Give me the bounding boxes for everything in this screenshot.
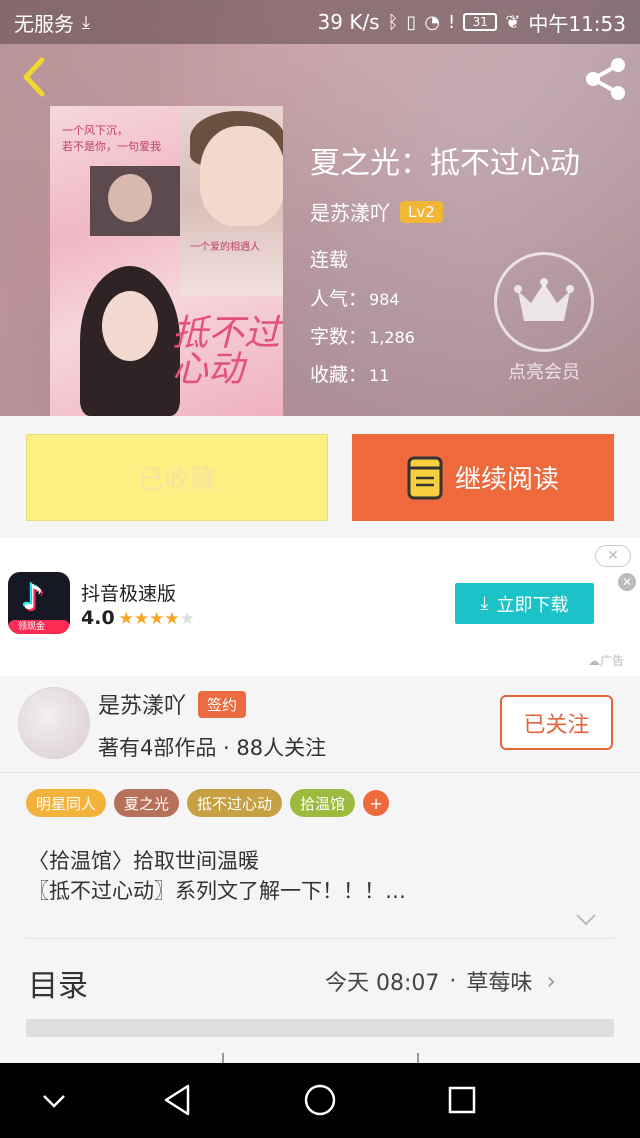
battery-icon: 31 xyxy=(463,13,498,31)
ad-download-label: 立即下载 xyxy=(496,594,569,616)
square-recents-icon xyxy=(448,1086,476,1114)
popularity-row: 人气： 984 xyxy=(310,288,400,310)
bluetooth-icon: ᛒ xyxy=(387,11,399,33)
tag-list: 明星同人 夏之光 抵不过心动 拾温馆 + xyxy=(26,789,390,817)
cover-title-art: 抵不过 心动 xyxy=(172,313,281,390)
download-arrow-icon: ⤓ xyxy=(480,593,489,614)
author-name-row[interactable]: 是苏漾吖 签约 xyxy=(98,688,247,720)
table-of-contents-row[interactable]: 目录 今天 08:07 · 草莓味 › xyxy=(0,945,640,1015)
tag-item[interactable]: 抵不过心动 xyxy=(187,789,283,817)
latest-chapter: 草莓味 xyxy=(466,971,533,996)
star-icon: ★ xyxy=(118,609,134,629)
author-stats: 著有4部作品 · 88人关注 xyxy=(98,736,327,760)
favorites-value: 11 xyxy=(369,366,390,385)
toc-title: 目录 xyxy=(28,969,88,1004)
nav-hide-button[interactable] xyxy=(32,1078,76,1122)
nav-recents-button[interactable] xyxy=(440,1078,484,1122)
book-title: 夏之光：抵不过心动 xyxy=(310,146,580,181)
chapter-tabs xyxy=(0,1045,640,1063)
chevron-down-icon xyxy=(43,1095,65,1108)
wifi-icon: ◔ xyxy=(424,11,441,33)
cover-text: 一个风下沉， 若不是你，一句爱我 xyxy=(62,124,161,153)
tag-item[interactable]: 明星同人 xyxy=(26,789,107,817)
book-author: 是苏漾吖 xyxy=(310,201,390,225)
favorites-row: 收藏： 11 xyxy=(310,364,390,386)
share-button[interactable] xyxy=(580,54,630,104)
vip-button[interactable]: 点亮会员 xyxy=(494,252,594,384)
douyin-app-icon: ♪ 领现金 xyxy=(8,572,70,634)
clock: 中午11:53 xyxy=(528,11,626,36)
signed-badge: 签约 xyxy=(198,690,247,718)
status-bar: 无服务 ⤓ 39 K/s ᛒ ▯ ◔ ! 31 ❦ 中午11:53 xyxy=(0,0,640,44)
toc-latest-update: 今天 08:07 · 草莓味 › xyxy=(325,967,557,996)
vip-label: 点亮会员 xyxy=(508,362,580,383)
ad-app-name: 抖音极速版 xyxy=(81,583,177,605)
crown-icon xyxy=(514,278,574,321)
cover-text-mid: 一个爱的相遇人 xyxy=(190,242,260,253)
chevron-left-icon xyxy=(23,57,45,97)
word-count-row: 字数： 1,286 xyxy=(310,326,415,348)
ad-icon-tag: 领现金 xyxy=(8,620,70,634)
alert-icon: ! xyxy=(448,11,456,33)
ad-close-icon[interactable]: ✕ xyxy=(618,573,636,591)
continue-reading-button[interactable]: 继续阅读 xyxy=(352,434,614,521)
back-button[interactable] xyxy=(14,56,56,98)
ad-download-button[interactable]: ⤓ 立即下载 xyxy=(455,583,594,624)
divider xyxy=(26,938,614,939)
follow-button[interactable]: 已关注 xyxy=(500,695,613,750)
ad-rating: 4.0 ★★★★★ xyxy=(81,607,195,629)
author-name: 是苏漾吖 xyxy=(98,694,187,719)
tag-item[interactable]: 夏之光 xyxy=(114,789,180,817)
collected-button[interactable]: 已收藏 xyxy=(26,434,328,521)
download-icon: ⤓ xyxy=(82,11,90,33)
share-icon xyxy=(586,58,625,100)
action-bar: 已收藏 继续阅读 xyxy=(0,416,640,538)
ad-dismiss-button[interactable]: ✕ xyxy=(595,545,631,567)
ad-banner[interactable]: ✕ ✕ ♪ 领现金 抖音极速版 4.0 ★★★★★ ⤓ 立即下载 ☁广告 xyxy=(0,538,640,676)
star-rating: ★★★★★ xyxy=(119,607,195,629)
book-cover[interactable]: 一个风下沉， 若不是你，一句爱我 一个爱的相遇人 抵不过 心动 xyxy=(50,106,283,416)
ad-label: ☁广告 xyxy=(588,654,625,668)
leaf-icon: ❦ xyxy=(505,11,521,33)
nav-home-button[interactable] xyxy=(298,1078,342,1122)
description-line: 〖抵不过心动〗系列文了解一下！！！… xyxy=(28,879,406,903)
book-description[interactable]: 〈拾温馆〉拾取世间温暖 〖抵不过心动〗系列文了解一下！！！… xyxy=(28,846,406,906)
description-line: 〈拾温馆〉拾取世间温暖 xyxy=(28,849,259,873)
book-header: 无服务 ⤓ 39 K/s ᛒ ▯ ◔ ! 31 ❦ 中午11:53 一个风下沉，… xyxy=(0,0,640,416)
expand-description-button[interactable] xyxy=(575,912,597,926)
chapter-strip xyxy=(26,1019,614,1037)
author-avatar[interactable] xyxy=(18,687,90,759)
circle-home-icon xyxy=(304,1084,336,1116)
update-time: 今天 08:07 xyxy=(325,971,440,996)
system-nav-bar xyxy=(0,1063,640,1138)
carrier-text: 无服务 xyxy=(14,11,74,36)
chevron-right-icon: › xyxy=(546,967,557,995)
book-author-row[interactable]: 是苏漾吖 Lv2 xyxy=(310,197,443,226)
nav-back-button[interactable] xyxy=(156,1078,200,1122)
book-icon xyxy=(407,456,443,499)
star-icon: ★ xyxy=(164,609,180,629)
star-icon: ★ xyxy=(133,609,150,629)
popularity-value: 984 xyxy=(369,290,400,309)
star-icon: ★ xyxy=(179,609,195,629)
star-icon: ★ xyxy=(149,609,165,629)
tag-item[interactable]: 拾温馆 xyxy=(290,789,356,817)
network-speed: 39 K/s xyxy=(317,10,380,34)
word-count-value: 1,286 xyxy=(369,328,415,347)
level-badge: Lv2 xyxy=(400,200,443,223)
author-section: 是苏漾吖 签约 著有4部作品 · 88人关注 已关注 xyxy=(0,676,640,773)
book-status: 连载 xyxy=(310,249,349,271)
add-tag-button[interactable]: + xyxy=(363,790,390,816)
chevron-down-icon xyxy=(576,914,596,926)
vibrate-icon: ▯ xyxy=(406,11,417,33)
continue-reading-label: 继续阅读 xyxy=(454,465,559,495)
ad-rating-value: 4.0 xyxy=(81,607,115,629)
triangle-back-icon xyxy=(164,1084,190,1116)
